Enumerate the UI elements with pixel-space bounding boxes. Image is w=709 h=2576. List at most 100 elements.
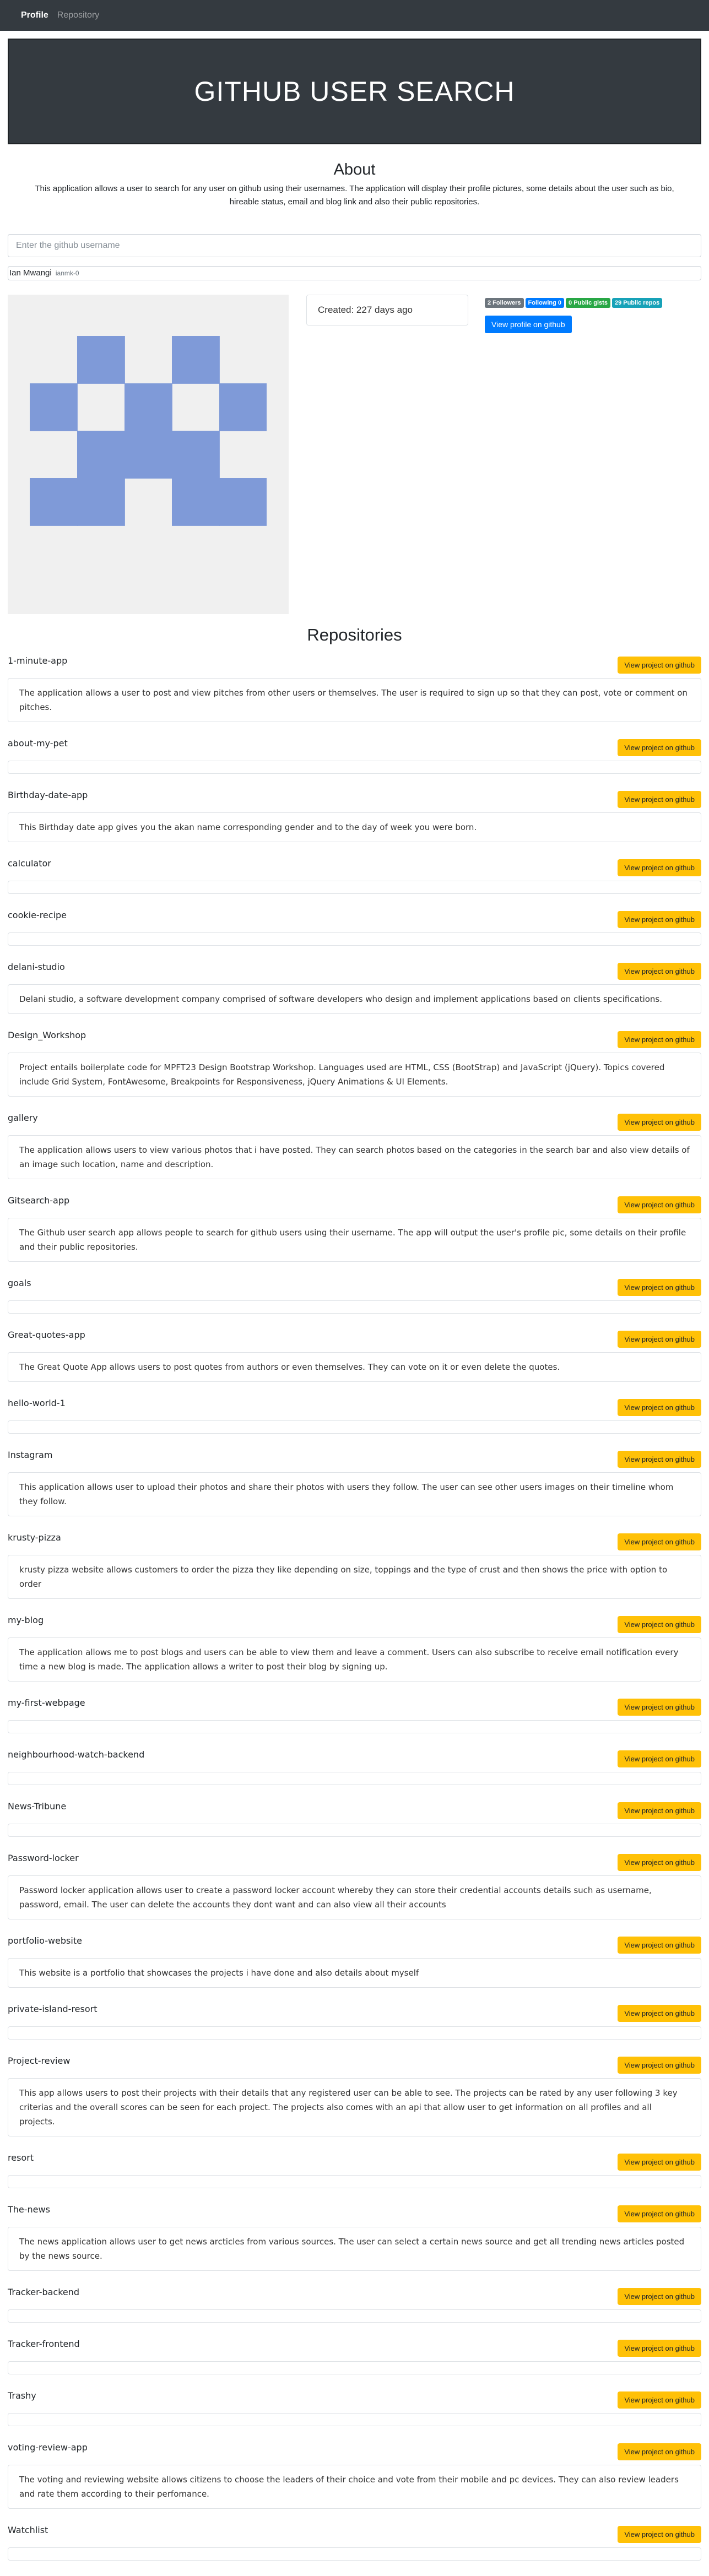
repo-description: Project entails boilerplate code for MPF… bbox=[8, 1053, 701, 1097]
repo-header: Instagram View project on github bbox=[8, 1449, 701, 1468]
view-project-button[interactable]: View project on github bbox=[618, 739, 701, 756]
view-project-button[interactable]: View project on github bbox=[618, 859, 701, 876]
view-project-button[interactable]: View project on github bbox=[618, 1802, 701, 1819]
user-name-box: Ian Mwangi ianmk-0 bbox=[8, 266, 701, 280]
view-project-button[interactable]: View project on github bbox=[618, 2443, 701, 2460]
about-section: About This application allows a user to … bbox=[0, 161, 709, 209]
view-project-button[interactable]: View project on github bbox=[618, 1031, 701, 1048]
repo-description bbox=[8, 1772, 701, 1785]
repo-header: goals View project on github bbox=[8, 1277, 701, 1296]
created-card: Created: 227 days ago bbox=[306, 295, 468, 326]
repo-name: Design_Workshop bbox=[8, 1030, 86, 1040]
repo-item: neighbourhood-watch-backend View project … bbox=[8, 1749, 701, 1785]
repo-header: Birthday-date-app View project on github bbox=[8, 789, 701, 808]
repo-item: Tracker-frontend View project on github bbox=[8, 2338, 701, 2374]
repo-description bbox=[8, 881, 701, 894]
repo-name: my-blog bbox=[8, 1615, 44, 1625]
repo-item: Project-review View project on github This… bbox=[8, 2055, 701, 2136]
repo-header: my-blog View project on github bbox=[8, 1614, 701, 1633]
repo-header: calculator View project on github bbox=[8, 858, 701, 876]
view-project-button[interactable]: View project on github bbox=[618, 1331, 701, 1348]
repo-name: goals bbox=[8, 1278, 31, 1288]
repo-description: This Birthday date app gives you the aka… bbox=[8, 812, 701, 842]
repo-description: This application allows user to upload t… bbox=[8, 1472, 701, 1516]
hero-title: GITHUB USER SEARCH bbox=[194, 76, 515, 107]
repo-item: delani-studio View project on github Delan… bbox=[8, 961, 701, 1014]
nav-repository-link[interactable]: Repository bbox=[57, 10, 99, 20]
repo-item: voting-review-app View project on github T… bbox=[8, 2442, 701, 2509]
repo-name: krusty-pizza bbox=[8, 1532, 61, 1543]
view-profile-button[interactable]: View profile on github bbox=[485, 316, 572, 333]
repo-name: Tracker-frontend bbox=[8, 2339, 80, 2349]
view-project-button[interactable]: View project on github bbox=[618, 1616, 701, 1633]
repo-name: resort bbox=[8, 2152, 34, 2163]
nav-profile-link[interactable]: Profile bbox=[21, 10, 48, 20]
following-badge: Following 0 bbox=[525, 298, 565, 308]
repo-description bbox=[8, 2413, 701, 2426]
user-login: ianmk-0 bbox=[55, 269, 79, 277]
repo-item: 1-minute-app View project on github The ap… bbox=[8, 655, 701, 722]
repo-description bbox=[8, 1420, 701, 1434]
repo-name: Password-locker bbox=[8, 1853, 79, 1863]
repo-description bbox=[8, 2361, 701, 2374]
repo-item: cookie-recipe View project on github bbox=[8, 909, 701, 946]
view-project-button[interactable]: View project on github bbox=[618, 1533, 701, 1550]
view-project-button[interactable]: View project on github bbox=[618, 791, 701, 808]
repo-name: Watchlist bbox=[8, 2525, 48, 2535]
repo-header: Project-review View project on github bbox=[8, 2055, 701, 2074]
repo-header: 1-minute-app View project on github bbox=[8, 655, 701, 674]
view-project-button[interactable]: View project on github bbox=[618, 2005, 701, 2022]
repo-header: Watchlist View project on github bbox=[8, 2524, 701, 2543]
repo-header: voting-review-app View project on github bbox=[8, 2442, 701, 2460]
username-search-input[interactable] bbox=[8, 234, 701, 257]
repo-description bbox=[8, 932, 701, 946]
repo-name: hello-world-1 bbox=[8, 1398, 66, 1408]
repo-name: News-Tribune bbox=[8, 1801, 67, 1812]
repo-item: my-blog View project on github The applica… bbox=[8, 1614, 701, 1682]
repo-header: Gitsearch-app View project on github bbox=[8, 1195, 701, 1213]
repo-header: private-island-resort View project on git… bbox=[8, 2003, 701, 2022]
view-project-button[interactable]: View project on github bbox=[618, 1114, 701, 1131]
view-project-button[interactable]: View project on github bbox=[618, 1451, 701, 1468]
view-project-button[interactable]: View project on github bbox=[618, 2057, 701, 2074]
repo-header: cookie-recipe View project on github bbox=[8, 909, 701, 928]
view-project-button[interactable]: View project on github bbox=[618, 2205, 701, 2222]
view-project-button[interactable]: View project on github bbox=[618, 1279, 701, 1296]
view-project-button[interactable]: View project on github bbox=[618, 1937, 701, 1954]
view-project-button[interactable]: View project on github bbox=[618, 963, 701, 980]
view-project-button[interactable]: View project on github bbox=[618, 2288, 701, 2305]
view-project-button[interactable]: View project on github bbox=[618, 1750, 701, 1767]
repo-header: Trashy View project on github bbox=[8, 2390, 701, 2409]
view-project-button[interactable]: View project on github bbox=[618, 2391, 701, 2409]
repo-description: The application allows me to post blogs … bbox=[8, 1637, 701, 1682]
view-project-button[interactable]: View project on github bbox=[618, 1854, 701, 1871]
repo-name: gallery bbox=[8, 1113, 38, 1123]
repo-header: The-news View project on github bbox=[8, 2204, 701, 2222]
repo-item: calculator View project on github bbox=[8, 858, 701, 894]
view-project-button[interactable]: View project on github bbox=[618, 657, 701, 674]
repo-description: The voting and reviewing website allows … bbox=[8, 2465, 701, 2509]
repo-description: The news application allows user to get … bbox=[8, 2227, 701, 2271]
view-project-button[interactable]: View project on github bbox=[618, 1399, 701, 1416]
repo-name: Instagram bbox=[8, 1450, 53, 1460]
view-project-button[interactable]: View project on github bbox=[618, 911, 701, 928]
repo-name: voting-review-app bbox=[8, 2442, 88, 2453]
followers-badge: 2 Followers bbox=[485, 298, 524, 308]
repo-header: resort View project on github bbox=[8, 2152, 701, 2171]
repo-item: resort View project on github bbox=[8, 2152, 701, 2188]
repo-header: delani-studio View project on github bbox=[8, 961, 701, 980]
about-heading: About bbox=[333, 161, 376, 178]
view-project-button[interactable]: View project on github bbox=[618, 1196, 701, 1213]
repo-header: Design_Workshop View project on github bbox=[8, 1029, 701, 1048]
repo-description: The application allows a user to post an… bbox=[8, 678, 701, 722]
user-full-name: Ian Mwangi bbox=[9, 268, 52, 278]
view-project-button[interactable]: View project on github bbox=[618, 2154, 701, 2171]
repo-item: Birthday-date-app View project on github T… bbox=[8, 789, 701, 842]
view-project-button[interactable]: View project on github bbox=[618, 2526, 701, 2543]
about-text: This application allows a user to search… bbox=[35, 184, 674, 207]
repo-name: Gitsearch-app bbox=[8, 1195, 70, 1206]
gists-badge: 0 Public gists bbox=[566, 298, 610, 308]
view-project-button[interactable]: View project on github bbox=[618, 1699, 701, 1716]
view-project-button[interactable]: View project on github bbox=[618, 2340, 701, 2357]
repo-name: The-news bbox=[8, 2204, 50, 2215]
